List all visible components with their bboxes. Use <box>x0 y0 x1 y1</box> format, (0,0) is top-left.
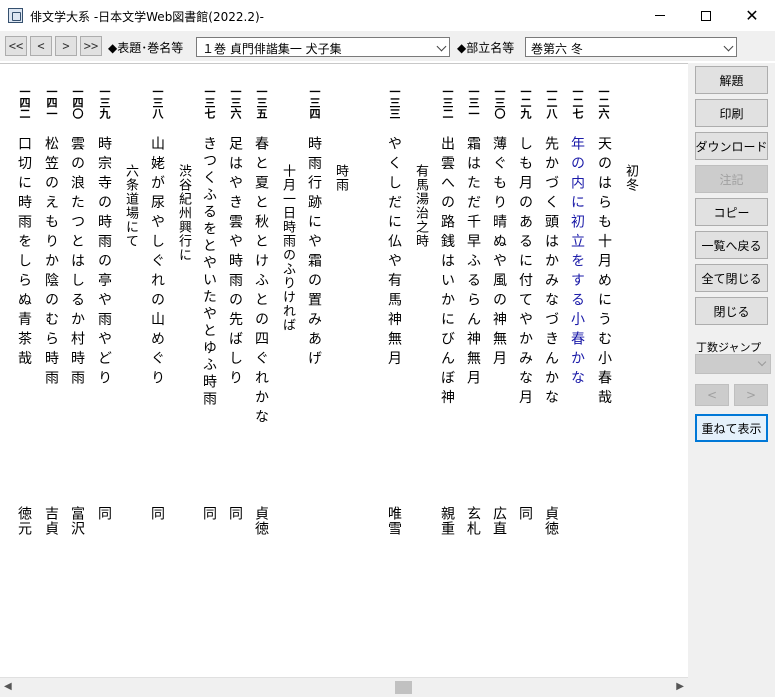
verse-author: 貞徳 <box>253 506 269 536</box>
verse: 口切に時雨をしらぬ青茶哉 <box>16 136 32 370</box>
page-prev-button[interactable]: < <box>695 384 729 406</box>
verse-author: 玄札 <box>465 506 481 536</box>
verse: 薄ぐもり晴ぬや風の神無月 <box>491 136 507 370</box>
verse-number: 一二八 <box>545 86 558 119</box>
commentary-button[interactable]: 解題 <box>695 66 768 94</box>
maximize-icon <box>701 10 711 21</box>
verse: しも月のあるに付てやかみな月 <box>517 136 533 409</box>
verse-number: 一四二 <box>18 86 31 119</box>
verse-author: 同 <box>517 506 533 521</box>
verse-author: 同 <box>149 506 165 521</box>
verse-number: 一三五 <box>255 86 268 119</box>
verse-number: 一三〇 <box>493 86 506 119</box>
copy-button[interactable]: コピー <box>695 198 768 226</box>
verse: 霜はただ千早ふるらん神無月 <box>465 136 481 390</box>
verse-author: 同 <box>96 506 112 521</box>
verse-author: 貞徳 <box>543 506 559 536</box>
back-to-list-button[interactable]: 一覧へ戻る <box>695 231 768 259</box>
verse: 雲の浪たつとはしるか村時雨 <box>69 136 85 390</box>
verse-number: 一三四 <box>308 86 321 119</box>
season-heading: 初冬 <box>623 164 638 192</box>
verse: 春と夏と秋とけふとの四ぐれかな <box>253 136 269 429</box>
text-viewer[interactable]: 一二六 天のはらも十月めにうむ小春哉 初冬 一二七 年の内に初立をする小春かな … <box>0 63 688 677</box>
maximize-button[interactable] <box>683 0 729 31</box>
verse-number: 一二七 <box>571 86 584 119</box>
verse-number: 一三二 <box>441 86 454 119</box>
verse-number: 一三七 <box>203 86 216 119</box>
app-icon <box>8 8 23 23</box>
section-select[interactable]: 巻第六 冬 <box>525 37 737 57</box>
verse: やくしだに仏や有馬神無月 <box>386 136 402 370</box>
page-jump-select[interactable] <box>695 354 771 374</box>
verse-highlighted: 年の内に初立をする小春かな <box>569 136 585 390</box>
section-select-value: 巻第六 冬 <box>531 42 583 56</box>
verse-number: 一四一 <box>45 86 58 119</box>
notes-button[interactable]: 注記 <box>695 165 768 193</box>
scroll-right-icon[interactable]: ▶ <box>676 681 684 692</box>
verse: 出雲への路銭はいかにびんぼ神 <box>439 136 455 409</box>
scrollbar-thumb[interactable] <box>395 681 412 694</box>
verse-author: 同 <box>227 506 243 521</box>
page-next-button[interactable]: > <box>734 384 768 406</box>
verse: 先かづく頭はかみなづきんかな <box>543 136 559 409</box>
verse-author: 徳元 <box>16 506 32 536</box>
volume-label: ◆表題･巻名等 <box>108 41 184 55</box>
scroll-left-icon[interactable]: ◀ <box>4 681 12 692</box>
stack-view-button[interactable]: 重ねて表示 <box>695 414 768 442</box>
chevron-down-icon <box>757 357 767 367</box>
close-icon: ✕ <box>745 5 759 25</box>
title-bar: 俳文学大系 -日本文学Web図書館(2022.2)- ✕ <box>0 0 775 31</box>
verse-number: 一二九 <box>519 86 532 119</box>
prev-page-button[interactable]: < <box>30 36 52 56</box>
verse-headnote: 有馬湯治之時 <box>413 164 428 248</box>
minimize-button[interactable] <box>637 0 683 31</box>
verse: きつくふるをとやいたやとゆふ時雨 <box>201 136 217 408</box>
verse-author: 同 <box>201 506 217 521</box>
verse-number: 一二六 <box>597 86 610 119</box>
close-all-button[interactable]: 全て閉じる <box>695 264 768 292</box>
verse-headnote: 十月一日時雨のふりければ <box>280 164 295 332</box>
window-title: 俳文学大系 -日本文学Web図書館(2022.2)- <box>30 10 264 24</box>
verse-number: 一三六 <box>229 86 242 119</box>
verse-author: 唯雪 <box>386 506 402 536</box>
toolbar: << < > >> ◆表題･巻名等 １巻 貞門俳諧集一 犬子集 ◆部立名等 巻第… <box>0 31 775 61</box>
volume-select[interactable]: １巻 貞門俳諧集一 犬子集 <box>196 37 450 57</box>
verse-number: 一四〇 <box>71 86 84 119</box>
print-button[interactable]: 印刷 <box>695 99 768 127</box>
chevron-down-icon <box>723 41 734 52</box>
next-page-button[interactable]: > <box>55 36 77 56</box>
chevron-down-icon <box>436 41 447 52</box>
page-jump-label: 丁数ジャンプ <box>696 341 762 354</box>
close-button[interactable]: 閉じる <box>695 297 768 325</box>
section-heading: 時雨 <box>333 164 348 192</box>
first-page-button[interactable]: << <box>5 36 27 56</box>
verse-number: 一三八 <box>151 86 164 119</box>
verse-author: 親重 <box>439 506 455 536</box>
verse-number: 一三九 <box>98 86 111 119</box>
verse-number: 一三三 <box>388 86 401 119</box>
minimize-icon <box>655 15 665 16</box>
verse: 時宗寺の時雨の亭や雨やどり <box>96 136 112 390</box>
side-panel: 解題 印刷 ダウンロード 注記 コピー 一覧へ戻る 全て閉じる 閉じる 丁数ジャ… <box>688 63 775 697</box>
horizontal-scrollbar[interactable]: ◀ ▶ <box>0 677 688 697</box>
verse-headnote: 渋谷紀州興行に <box>176 164 191 262</box>
verse-headnote: 六条道場にて <box>123 164 138 248</box>
close-window-button[interactable]: ✕ <box>729 0 775 31</box>
verse: 天のはらも十月めにうむ小春哉 <box>596 136 612 409</box>
volume-select-value: １巻 貞門俳諧集一 犬子集 <box>202 42 342 56</box>
verse: 松笠のえもりか陰のむら時雨 <box>43 136 59 390</box>
download-button[interactable]: ダウンロード <box>695 132 768 160</box>
last-page-button[interactable]: >> <box>80 36 102 56</box>
verse: 山姥が尿やしぐれの山めぐり <box>149 136 165 390</box>
verse: 時雨行跡にや霜の置みあげ <box>306 136 322 370</box>
verse-author: 広直 <box>491 506 507 536</box>
verse-number: 一三一 <box>467 86 480 119</box>
section-label: ◆部立名等 <box>457 41 515 55</box>
verse: 足はやき雲や時雨の先ばしり <box>227 136 243 390</box>
verse-author: 吉貞 <box>43 506 59 536</box>
verse-author: 富沢 <box>69 506 85 536</box>
